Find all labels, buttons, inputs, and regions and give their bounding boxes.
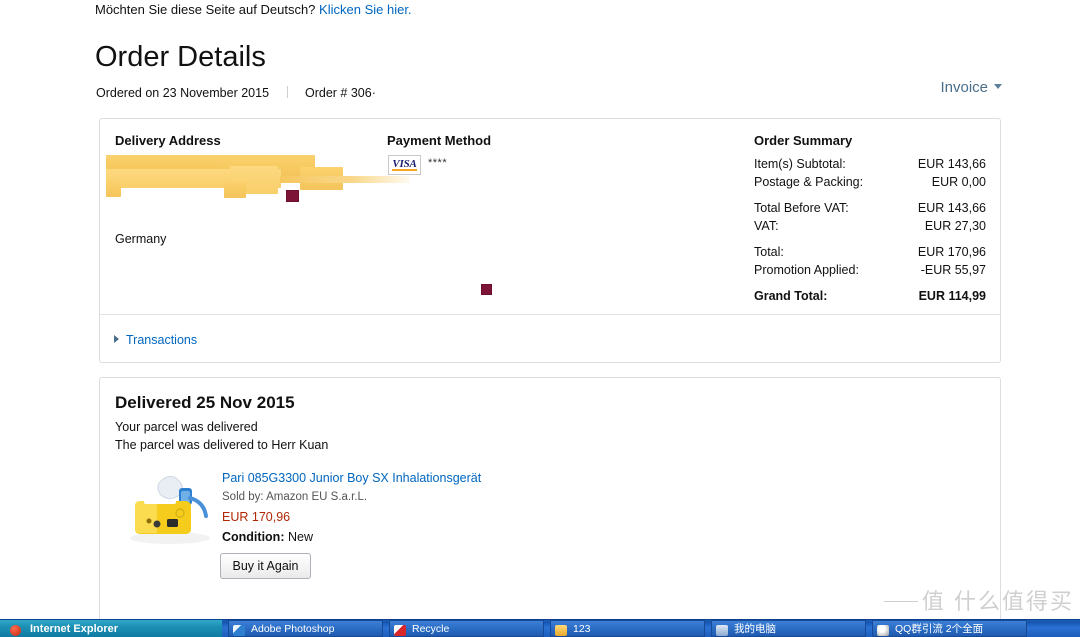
nebulizer-icon	[130, 476, 210, 544]
page-root: Möchten Sie diese Seite auf Deutsch? Kli…	[0, 0, 1080, 637]
summary-row-value: EUR 170,96	[917, 245, 986, 259]
visa-underline	[392, 169, 417, 171]
payment-redaction-mark	[481, 284, 492, 295]
summary-row-label: Total Before VAT:	[754, 201, 849, 215]
windows-taskbar: Internet Explorer Adobe Photoshop Recycl…	[0, 619, 1080, 637]
invoice-label: Invoice	[940, 79, 988, 96]
my-computer-icon	[716, 625, 728, 636]
meta-separator	[286, 86, 288, 98]
internet-explorer-icon	[10, 625, 21, 636]
product-condition-value: New	[287, 530, 313, 544]
delivery-status-line-2: The parcel was delivered to Herr Kuan	[115, 438, 329, 452]
watermark-dash	[883, 601, 918, 602]
transactions-label: Transactions	[126, 333, 198, 347]
recycle-icon	[394, 625, 406, 636]
language-switch-link[interactable]: Klicken Sie hier.	[319, 2, 412, 17]
summary-row-label: Postage & Packing:	[754, 175, 864, 189]
summary-row: VAT: EUR 27,30	[754, 217, 986, 235]
card-mask-digits: ****	[428, 157, 448, 169]
payment-method-heading: Payment Method	[387, 133, 492, 148]
photoshop-icon	[233, 625, 245, 636]
summary-row: Item(s) Subtotal: EUR 143,66	[754, 155, 986, 173]
order-meta: Ordered on 23 November 2015 Order # 306·	[96, 85, 376, 101]
order-summary-rows: Item(s) Subtotal: EUR 143,66 Postage & Pac…	[754, 155, 986, 305]
product-price: EUR 170,96	[222, 510, 291, 524]
payment-card: VISA ****	[388, 155, 447, 175]
language-banner: Möchten Sie diese Seite auf Deutsch? Kli…	[95, 0, 412, 19]
summary-row-gap	[754, 191, 986, 199]
chevron-down-icon	[994, 84, 1002, 89]
visa-logo-text: VISA	[392, 157, 417, 170]
delivery-status-title: Delivered 25 Nov 2015	[115, 393, 295, 412]
summary-row-value: EUR 143,66	[917, 201, 986, 215]
transactions-toggle[interactable]: Transactions	[114, 332, 197, 349]
summary-row-label: Grand Total:	[754, 289, 828, 303]
ordered-on-text: Ordered on 23 November 2015	[96, 86, 270, 100]
summary-row-value: EUR 27,30	[924, 219, 986, 233]
summary-row-value: EUR 0,00	[931, 175, 986, 189]
delivery-country: Germany	[115, 232, 167, 246]
taskbar-start-label: Internet Explorer	[30, 622, 119, 635]
chevron-right-icon	[114, 335, 119, 343]
taskbar-item-folder-label: 123	[573, 622, 591, 635]
summary-row: Total: EUR 170,96	[754, 243, 986, 261]
taskbar-item-qq[interactable]: QQ群引流 2个全面	[872, 620, 1027, 637]
taskbar-item-recycle[interactable]: Recycle	[389, 620, 544, 637]
panel-divider	[100, 314, 1000, 315]
summary-row-gap	[754, 235, 986, 243]
summary-row-label: Promotion Applied:	[754, 263, 859, 277]
taskbar-item-internet-explorer[interactable]: Internet Explorer	[0, 620, 222, 637]
summary-row-gap	[754, 279, 986, 287]
taskbar-item-photoshop-label: Adobe Photoshop	[251, 622, 335, 635]
watermark-text: 值 什么值得买	[921, 589, 1074, 614]
invoice-dropdown[interactable]: Invoice	[940, 78, 1002, 98]
shipment-panel: Delivered 25 Nov 2015 Your parcel was de…	[99, 377, 1001, 625]
summary-row: Postage & Packing: EUR 0,00	[754, 173, 986, 191]
language-banner-text: Möchten Sie diese Seite auf Deutsch?	[95, 2, 316, 17]
product-thumbnail[interactable]	[122, 466, 216, 548]
order-summary-heading: Order Summary	[754, 133, 853, 148]
visa-icon: VISA	[388, 155, 421, 175]
order-summary-panel: Delivery Address Payment Method Order Su…	[99, 118, 1001, 363]
summary-row-label: VAT:	[754, 219, 779, 233]
summary-row-label: Total:	[754, 245, 784, 259]
summary-row: Grand Total: EUR 114,99	[754, 287, 986, 305]
buy-it-again-button[interactable]: Buy it Again	[220, 553, 311, 579]
product-seller: Sold by: Amazon EU S.a.r.L.	[222, 491, 368, 503]
taskbar-item-photoshop[interactable]: Adobe Photoshop	[228, 620, 383, 637]
watermark: 值 什么值得买	[883, 589, 1074, 615]
product-info: Pari 085G3300 Junior Boy SX Inhalationsg…	[222, 470, 652, 546]
taskbar-item-qq-label: QQ群引流 2个全面	[895, 623, 984, 635]
delivery-status-line-1: Your parcel was delivered	[115, 420, 258, 434]
summary-row-label: Item(s) Subtotal:	[754, 157, 846, 171]
order-number-text: Order # 306·	[305, 86, 376, 100]
folder-icon	[555, 625, 567, 636]
summary-row-value: EUR 114,99	[918, 289, 986, 303]
product-condition-label: Condition:	[222, 530, 285, 544]
product-title-link[interactable]: Pari 085G3300 Junior Boy SX Inhalationsg…	[222, 470, 652, 487]
summary-row-value: EUR 143,66	[917, 157, 986, 171]
delivery-address-heading: Delivery Address	[115, 133, 221, 148]
summary-row: Total Before VAT: EUR 143,66	[754, 199, 986, 217]
taskbar-item-my-computer-label: 我的电脑	[734, 623, 776, 635]
taskbar-item-folder[interactable]: 123	[550, 620, 705, 637]
page-title: Order Details	[95, 41, 266, 73]
qq-icon	[877, 625, 889, 636]
summary-row: Promotion Applied: -EUR 55,97	[754, 261, 986, 279]
taskbar-item-recycle-label: Recycle	[412, 622, 450, 635]
product-condition: Condition: New	[222, 529, 652, 546]
taskbar-item-my-computer[interactable]: 我的电脑	[711, 620, 866, 637]
summary-row-value: -EUR 55,97	[920, 263, 986, 277]
